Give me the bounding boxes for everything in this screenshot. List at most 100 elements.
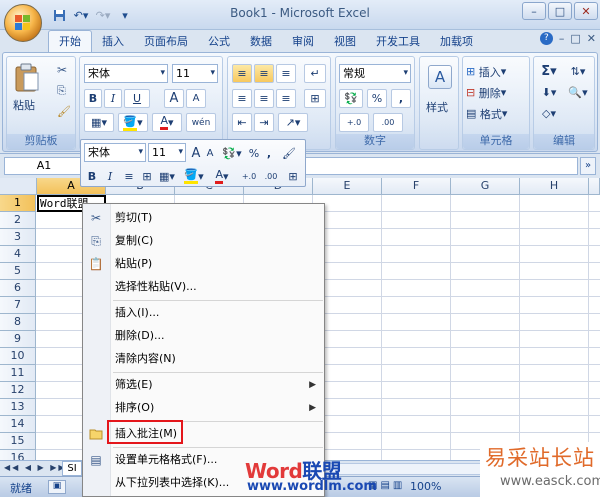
- orientation-icon[interactable]: ↗▾: [278, 113, 308, 132]
- mini-increase-decimal-icon[interactable]: +.0: [239, 167, 259, 185]
- format-painter-icon[interactable]: 🖌: [57, 105, 71, 118]
- delete-cells-button[interactable]: ⊟ 删除 ▾: [466, 83, 526, 102]
- autosum-button[interactable]: Σ ▾: [537, 62, 561, 81]
- row-header[interactable]: 12: [0, 382, 36, 399]
- row-header[interactable]: 2: [0, 212, 36, 229]
- tab-developer[interactable]: 开发工具: [366, 32, 430, 52]
- redo-icon[interactable]: ↷▾: [94, 7, 112, 23]
- row-header[interactable]: 13: [0, 399, 36, 416]
- column-header[interactable]: F: [382, 178, 451, 195]
- paste-button[interactable]: 粘贴: [13, 97, 35, 113]
- select-all-corner[interactable]: [0, 178, 37, 195]
- phonetic-button[interactable]: wén: [186, 113, 216, 132]
- row-header[interactable]: 11: [0, 365, 36, 382]
- align-middle-icon[interactable]: ≡: [254, 64, 274, 83]
- decrease-indent-icon[interactable]: ⇤: [232, 113, 252, 132]
- percent-button[interactable]: %: [367, 89, 387, 108]
- find-select-icon[interactable]: 🔍▾: [565, 83, 591, 102]
- mini-shrink-font-icon[interactable]: A: [204, 144, 216, 162]
- ribbon-close-icon[interactable]: ✕: [587, 32, 596, 45]
- align-left-icon[interactable]: ≡: [232, 89, 252, 108]
- clear-icon[interactable]: ◇▾: [537, 104, 561, 123]
- mini-font-color-icon[interactable]: A ▾: [209, 167, 235, 185]
- font-size-select[interactable]: 11 ▾: [172, 64, 218, 83]
- menu-item-insert[interactable]: 插入(I)...: [83, 302, 324, 324]
- align-center-icon[interactable]: ≡: [254, 89, 274, 108]
- wrap-text-icon[interactable]: ↵: [304, 64, 326, 83]
- mini-borders-icon[interactable]: ▦▾: [159, 167, 175, 185]
- row-header[interactable]: 4: [0, 246, 36, 263]
- menu-item-copy[interactable]: ⎘ 复制(C): [83, 230, 324, 252]
- close-button[interactable]: ✕: [574, 2, 598, 20]
- shrink-font-button[interactable]: A: [186, 89, 206, 108]
- menu-item-paste[interactable]: 📋 粘贴(P): [83, 253, 324, 275]
- menu-item-paste-special[interactable]: 选择性粘贴(V)...: [83, 276, 324, 298]
- mini-percent-button[interactable]: %: [247, 144, 261, 162]
- row-header[interactable]: 7: [0, 297, 36, 314]
- bold-button[interactable]: B: [84, 89, 102, 108]
- align-top-icon[interactable]: ≡: [232, 64, 252, 83]
- tab-formulas[interactable]: 公式: [198, 32, 240, 52]
- tab-home[interactable]: 开始: [48, 30, 92, 52]
- tab-insert[interactable]: 插入: [92, 32, 134, 52]
- increase-indent-icon[interactable]: ⇥: [254, 113, 274, 132]
- tab-page-layout[interactable]: 页面布局: [134, 32, 198, 52]
- decrease-decimal-icon[interactable]: .00: [373, 113, 403, 132]
- sort-filter-icon[interactable]: ⇅▾: [565, 62, 591, 81]
- macro-record-icon[interactable]: ▣: [48, 480, 66, 494]
- mini-decrease-decimal-icon[interactable]: .00: [261, 167, 281, 185]
- column-header[interactable]: E: [313, 178, 382, 195]
- column-header[interactable]: G: [451, 178, 520, 195]
- row-header[interactable]: 10: [0, 348, 36, 365]
- merge-center-icon[interactable]: ⊞: [304, 89, 326, 108]
- expand-formula-bar-icon[interactable]: »: [580, 157, 596, 175]
- mini-fill-color-icon[interactable]: 🪣 ▾: [181, 167, 207, 185]
- row-header[interactable]: 1: [0, 195, 36, 212]
- mini-accounting-icon[interactable]: 💱▾: [219, 144, 245, 162]
- row-header[interactable]: 15: [0, 433, 36, 450]
- font-name-select[interactable]: 宋体 ▾: [84, 64, 168, 83]
- align-bottom-icon[interactable]: ≡: [276, 64, 296, 83]
- help-icon[interactable]: ?: [539, 32, 553, 45]
- insert-cells-button[interactable]: ⊞ 插入 ▾: [466, 62, 526, 81]
- sheet-nav-icon[interactable]: ◀◀ ◀ ▶ ▶▶: [4, 463, 67, 472]
- cut-icon[interactable]: ✂: [57, 63, 67, 77]
- row-header[interactable]: 14: [0, 416, 36, 433]
- font-color-button[interactable]: A ▾: [152, 113, 182, 132]
- row-header[interactable]: 5: [0, 263, 36, 280]
- mini-center-icon[interactable]: ≡: [121, 167, 137, 185]
- row-header[interactable]: 6: [0, 280, 36, 297]
- menu-item-delete[interactable]: 删除(D)...: [83, 325, 324, 347]
- sheet-tab[interactable]: SI: [62, 461, 82, 476]
- row-header[interactable]: 3: [0, 229, 36, 246]
- fill-color-button[interactable]: 🪣 ▾: [118, 113, 148, 132]
- mini-format-painter-icon[interactable]: 🖌: [279, 144, 299, 162]
- mini-merge-center-icon[interactable]: ⊞: [284, 167, 302, 185]
- mini-font-size-select[interactable]: 11 ▾: [148, 143, 186, 162]
- ribbon-minimize-icon[interactable]: –: [559, 32, 565, 45]
- italic-button[interactable]: I: [104, 89, 122, 108]
- tab-addins[interactable]: 加载项: [430, 32, 483, 52]
- styles-button[interactable]: 样式: [426, 99, 448, 115]
- menu-item-cut[interactable]: ✂ 剪切(T): [83, 207, 324, 229]
- grow-font-button[interactable]: A: [164, 89, 184, 108]
- tab-view[interactable]: 视图: [324, 32, 366, 52]
- row-header[interactable]: 16: [0, 450, 36, 460]
- row-header[interactable]: 8: [0, 314, 36, 331]
- styles-icon[interactable]: A: [428, 65, 452, 89]
- align-right-icon[interactable]: ≡: [276, 89, 296, 108]
- mini-comma-button[interactable]: ,: [263, 144, 275, 162]
- mini-italic-button[interactable]: I: [102, 167, 118, 185]
- row-header[interactable]: 9: [0, 331, 36, 348]
- accounting-format-icon[interactable]: 💱: [339, 89, 363, 108]
- number-format-select[interactable]: 常规 ▾: [339, 64, 411, 83]
- tab-review[interactable]: 审阅: [282, 32, 324, 52]
- save-icon[interactable]: [50, 7, 68, 23]
- minimize-button[interactable]: –: [522, 2, 546, 20]
- menu-item-sort[interactable]: 排序(O) ▶: [83, 397, 324, 419]
- menu-item-filter[interactable]: 筛选(E) ▶: [83, 374, 324, 396]
- maximize-button[interactable]: □: [548, 2, 572, 20]
- fill-icon[interactable]: ⬇▾: [537, 83, 561, 102]
- comma-button[interactable]: ,: [391, 89, 411, 108]
- zoom-level[interactable]: 100%: [410, 480, 441, 493]
